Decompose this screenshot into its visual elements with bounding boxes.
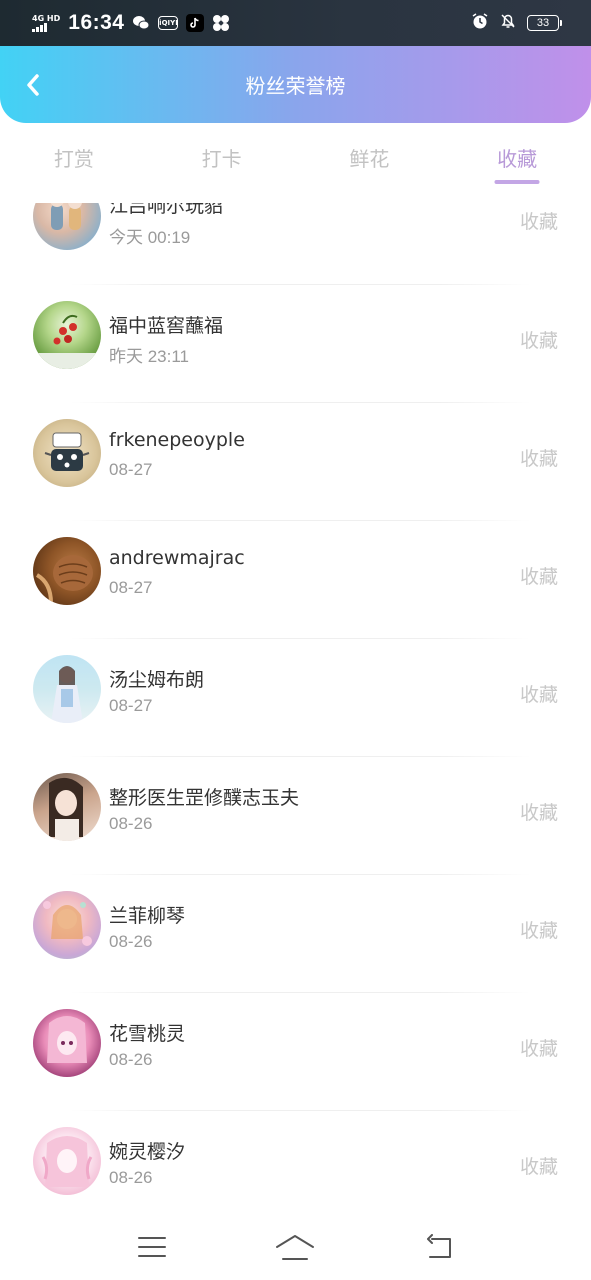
alarm-icon: [471, 12, 489, 34]
avatar: [33, 655, 101, 723]
favorite-label: 收藏: [519, 330, 558, 352]
mute-icon: [499, 12, 517, 34]
favorite-time: 今天 00:19: [109, 228, 191, 247]
network-label: 4G HD: [32, 14, 61, 23]
avatar: [33, 1127, 101, 1195]
battery-icon: 33: [527, 15, 562, 31]
list-item[interactable]: 整形医生罡修醭志玉夫 08-26 收藏: [0, 757, 591, 875]
favorite-time: 08-27: [109, 578, 153, 597]
status-right: 33: [471, 12, 562, 34]
avatar: [33, 891, 101, 959]
signal-icon: [32, 23, 60, 32]
favorite-time: 08-26: [109, 932, 153, 951]
favorite-label: 收藏: [519, 211, 558, 233]
favorite-label: 收藏: [519, 1038, 558, 1060]
favorite-time: 08-26: [109, 1168, 153, 1187]
tab-flowers[interactable]: 鲜花: [296, 123, 444, 203]
avatar: [33, 301, 101, 369]
favorite-time: 昨天 23:11: [109, 347, 190, 366]
menu-icon: [137, 1236, 166, 1257]
tab-reward[interactable]: 打赏: [0, 123, 148, 203]
list-item[interactable]: 婉灵樱汐 08-26 收藏: [0, 1111, 591, 1213]
list-item[interactable]: andrewmajrac 08-27 收藏: [0, 521, 591, 639]
list-item[interactable]: frkenepeoyple 08-27 收藏: [0, 403, 591, 521]
page-title: 粉丝荣誉榜: [245, 74, 346, 98]
tiktok-icon: [186, 14, 205, 32]
return-icon: [427, 1233, 452, 1258]
user-name: 花雪桃灵: [109, 1023, 186, 1045]
list-item[interactable]: 汤尘姆布朗 08-27 收藏: [0, 639, 591, 757]
system-nav-bar: [0, 1213, 591, 1280]
favorite-label: 收藏: [519, 566, 558, 588]
favorite-time: 08-26: [109, 1050, 153, 1069]
avatar: [33, 537, 101, 605]
favorite-time: 08-27: [109, 696, 153, 715]
header-bar: 粉丝荣誉榜: [0, 46, 591, 123]
favorite-label: 收藏: [519, 448, 558, 470]
favorite-label: 收藏: [519, 920, 558, 942]
chevron-left-icon: [27, 74, 39, 96]
app-icon: [212, 14, 230, 32]
home-icon: [276, 1234, 315, 1260]
tab-bar: 打赏 打卡 鲜花 收藏: [0, 123, 591, 203]
favorite-label: 收藏: [519, 684, 558, 706]
wechat-icon: [132, 14, 150, 32]
avatar: [33, 773, 101, 841]
user-name: andrewmajrac: [109, 547, 245, 569]
user-name: 婉灵樱汐: [109, 1141, 186, 1163]
fan-list: 江吕响尔玩貂 今天 00:19 收藏 福中蓝窖蘸福 昨天 23:11 收藏 fr…: [0, 203, 591, 1213]
back-button[interactable]: [18, 70, 48, 100]
home-button[interactable]: [275, 1227, 315, 1267]
user-name: 兰菲柳琴: [109, 905, 186, 927]
favorite-time: 08-27: [109, 460, 153, 479]
user-name: 江吕响尔玩貂: [109, 203, 224, 217]
user-name: 汤尘姆布朗: [109, 669, 205, 691]
list-item[interactable]: 江吕响尔玩貂 今天 00:19 收藏: [0, 203, 591, 285]
list-item[interactable]: 福中蓝窖蘸福 昨天 23:11 收藏: [0, 285, 591, 403]
status-left: 4G HD 16:34 iQIYI: [32, 11, 230, 35]
iqiyi-icon: iQIYI: [158, 16, 179, 30]
avatar: [33, 1009, 101, 1077]
return-button[interactable]: [419, 1227, 459, 1267]
favorite-label: 收藏: [519, 802, 558, 824]
menu-button[interactable]: [132, 1227, 172, 1267]
user-name: frkenepeoyple: [109, 429, 245, 451]
avatar: [33, 203, 101, 250]
status-bar: 4G HD 16:34 iQIYI 33: [0, 0, 591, 46]
clock: 16:34: [68, 11, 125, 34]
user-name: 整形医生罡修醭志玉夫: [109, 787, 300, 809]
tab-favorites[interactable]: 收藏: [443, 123, 591, 203]
user-name: 福中蓝窖蘸福: [109, 315, 224, 337]
favorite-time: 08-26: [109, 814, 153, 833]
list-item[interactable]: 兰菲柳琴 08-26 收藏: [0, 875, 591, 993]
list-item[interactable]: 花雪桃灵 08-26 收藏: [0, 993, 591, 1111]
favorite-label: 收藏: [519, 1156, 558, 1178]
battery-level: 33: [536, 17, 550, 29]
avatar: [33, 419, 101, 487]
network-indicator: 4G HD: [32, 14, 60, 32]
tab-checkin[interactable]: 打卡: [148, 123, 296, 203]
